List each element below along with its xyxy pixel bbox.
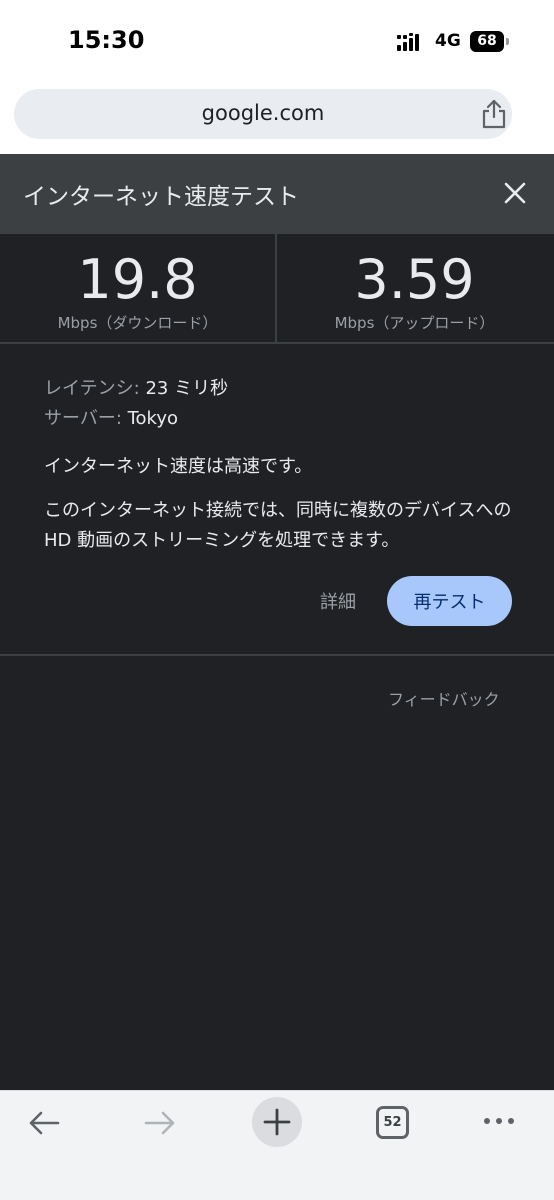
download-speed-label: Mbps（ダウンロード） <box>57 314 218 332</box>
server-label: サーバー: <box>44 408 128 429</box>
share-icon[interactable] <box>481 99 507 129</box>
upload-speed-value: 3.59 <box>354 248 475 311</box>
back-arrow-icon[interactable] <box>26 1105 62 1141</box>
download-result: 19.8 Mbps（ダウンロード） <box>0 234 275 344</box>
server-line: サーバー: Tokyo <box>44 404 514 434</box>
latency-line: レイテンシ: 23 ミリ秒 <box>44 374 514 404</box>
speed-description: このインターネット接続では、同時に複数のデバイスへの HD 動画のストリーミング… <box>44 500 512 551</box>
panel-title: インターネット速度テスト <box>23 184 299 210</box>
battery-level: 68 <box>470 31 504 52</box>
speed-test-panel: インターネット速度テスト 19.8 Mbps（ダウンロード） 3.59 Mbps… <box>0 154 554 1090</box>
new-tab-button[interactable] <box>252 1097 302 1147</box>
upload-speed-label: Mbps（アップロード） <box>334 314 495 332</box>
server-value: Tokyo <box>127 408 179 429</box>
connection-info: レイテンシ: 23 ミリ秒 サーバー: Tokyo <box>44 374 514 434</box>
status-bar: 15:30 4G 68 <box>0 0 554 82</box>
status-time: 15:30 <box>68 26 145 54</box>
upload-result: 3.59 Mbps（アップロード） <box>277 234 552 344</box>
details-link[interactable]: 詳細 <box>320 588 356 614</box>
panel-header: インターネット速度テスト <box>0 154 554 234</box>
tab-switcher-button[interactable]: 52 <box>376 1106 409 1139</box>
battery-icon: 68 <box>470 31 510 52</box>
feedback-link[interactable]: フィードバック <box>388 686 500 710</box>
retest-button[interactable]: 再テスト <box>387 576 512 626</box>
close-icon[interactable] <box>502 180 528 206</box>
speed-summary: インターネット速度は高速です。 <box>44 456 313 477</box>
network-type: 4G <box>435 31 461 51</box>
speed-results: 19.8 Mbps（ダウンロード） 3.59 Mbps（アップロード） <box>0 234 554 344</box>
browser-toolbar: 52 <box>0 1090 554 1200</box>
url-text: google.com <box>201 101 325 125</box>
url-bar[interactable]: google.com <box>14 89 512 139</box>
plus-icon <box>263 1108 291 1136</box>
forward-arrow-icon[interactable] <box>142 1105 178 1141</box>
latency-label: レイテンシ: <box>44 378 146 399</box>
battery-tip <box>506 38 509 45</box>
cellular-signal-icon <box>397 33 419 51</box>
download-speed-value: 19.8 <box>77 248 198 311</box>
more-options-icon[interactable] <box>481 1113 517 1129</box>
latency-value: 23 ミリ秒 <box>145 378 229 399</box>
feedback-divider <box>0 654 554 656</box>
